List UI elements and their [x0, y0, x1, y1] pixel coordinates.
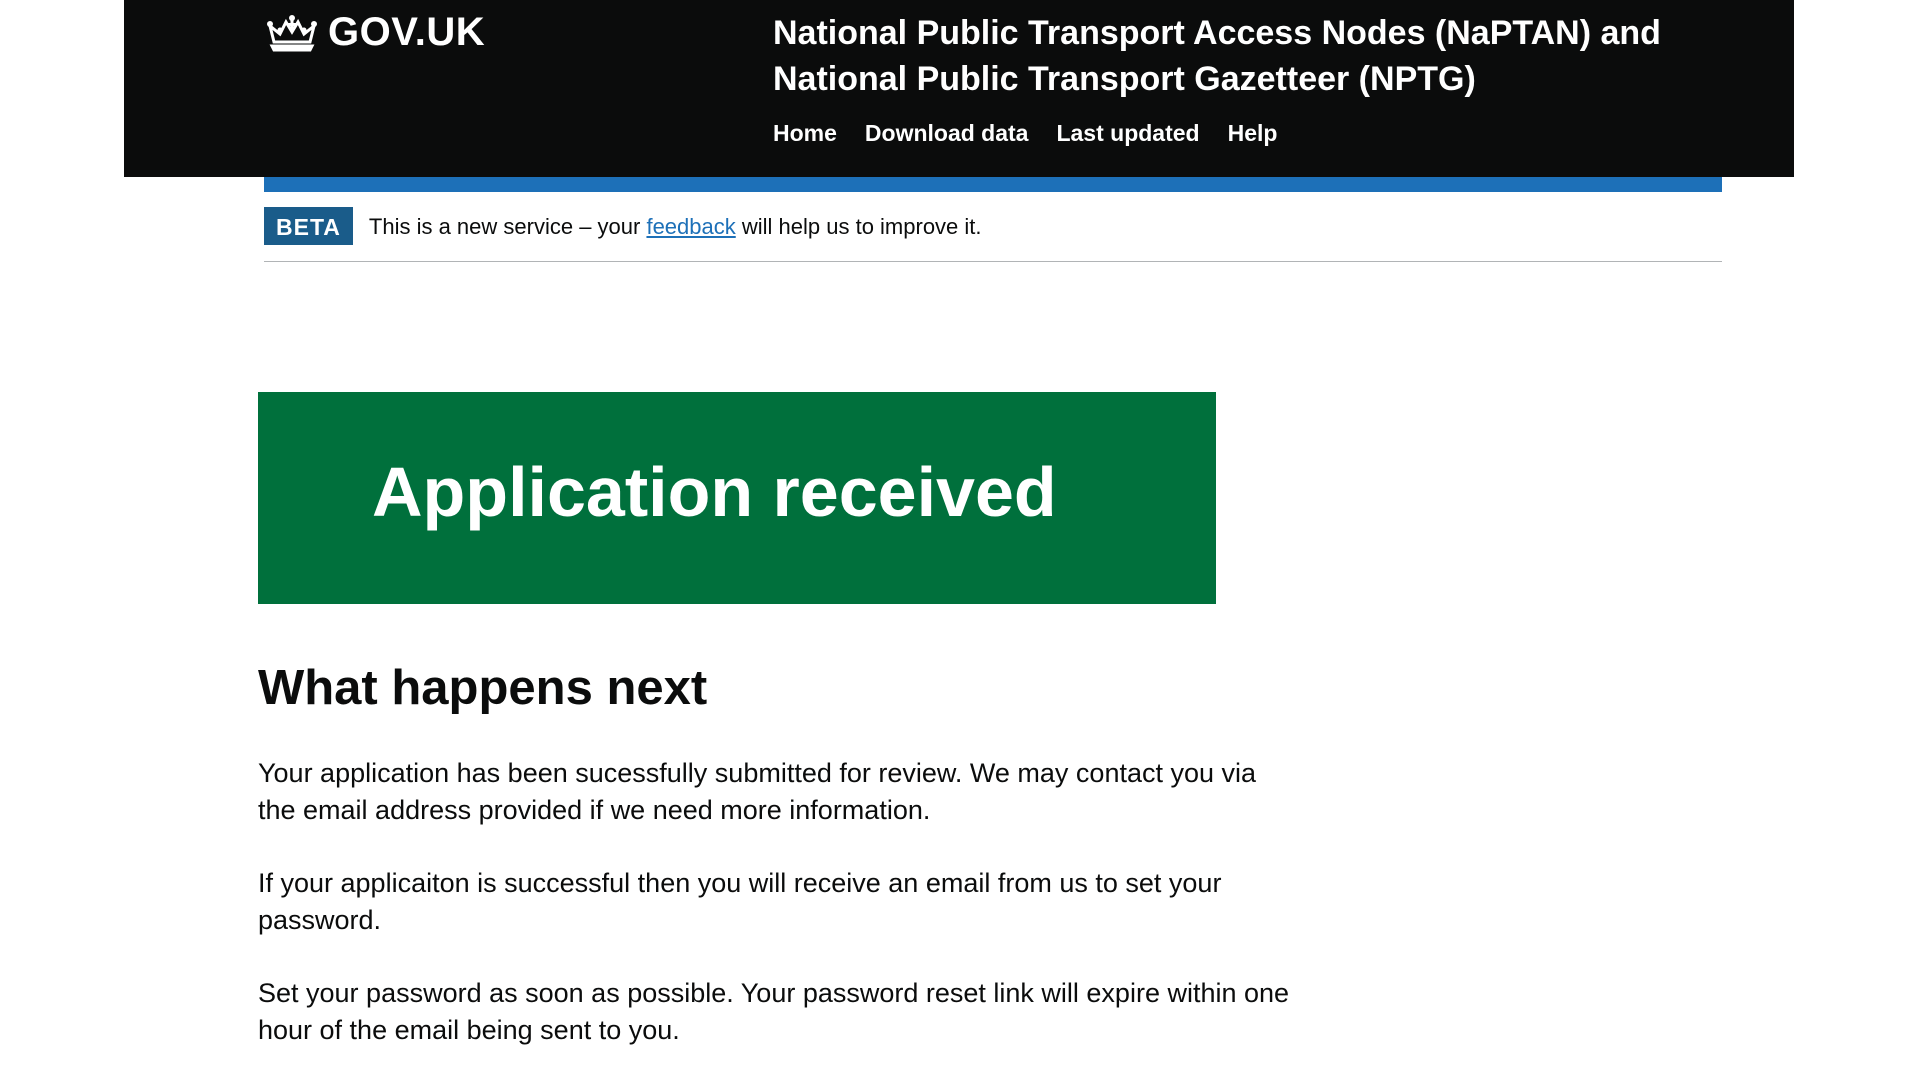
header-nav: Home Download data Last updated Help	[773, 120, 1277, 147]
header-accent-bar	[264, 177, 1722, 192]
paragraph-submitted: Your application has been sucessfully su…	[258, 758, 1257, 825]
nav-help[interactable]: Help	[1228, 120, 1278, 147]
phase-banner: BETA This is a new service – your feedba…	[264, 207, 1722, 262]
crown-icon	[264, 12, 320, 54]
confirmation-panel: Application received	[258, 392, 1216, 604]
what-happens-next-heading: What happens next	[258, 661, 708, 715]
feedback-link[interactable]: feedback	[646, 214, 735, 239]
paragraph-success-email: If your applicaiton is successful then y…	[258, 868, 1222, 935]
panel-title: Application received	[372, 453, 1057, 531]
logo-text: GOV.UK	[328, 10, 486, 54]
beta-tag: BETA	[264, 207, 353, 245]
service-name-line1: National Public Transport Access Nodes (…	[773, 14, 1661, 52]
govuk-logo-link[interactable]: GOV.UK	[264, 10, 485, 55]
nav-home[interactable]: Home	[773, 120, 837, 147]
paragraph-password-expiry: Set your password as soon as possible. Y…	[258, 978, 1290, 1045]
nav-download-data[interactable]: Download data	[865, 120, 1029, 147]
service-name-link[interactable]: National Public Transport Access Nodes (…	[773, 10, 1753, 102]
site-header: GOV.UK National Public Transport Access …	[124, 0, 1794, 177]
phase-text-after: will help us to improve it.	[735, 214, 982, 239]
phase-banner-text: This is a new service – your feedback wi…	[369, 207, 982, 247]
nav-last-updated[interactable]: Last updated	[1056, 120, 1199, 147]
phase-text-before: This is a new service – your	[368, 214, 647, 239]
service-name-line2: National Public Transport Gazetteer (NPT…	[773, 60, 1476, 98]
